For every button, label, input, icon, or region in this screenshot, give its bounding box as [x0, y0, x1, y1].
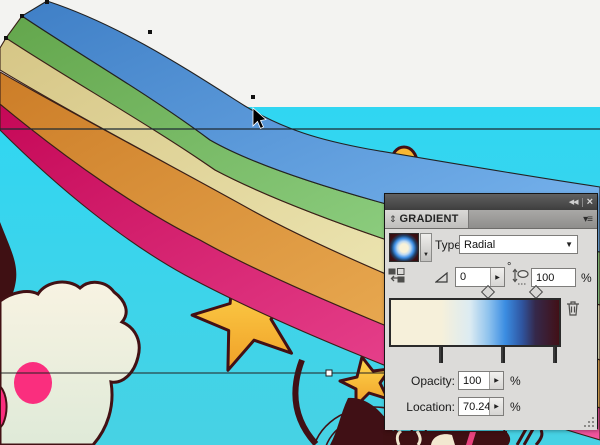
- panel-body: ▼ Type: Radial ▼ 0 ▶ ° 100 % Opacity: 10…: [385, 229, 597, 430]
- location-input[interactable]: 70.24 ▶: [458, 397, 504, 416]
- angle-value: 0: [460, 271, 467, 283]
- spinner-arrow-icon[interactable]: ▶: [490, 268, 504, 286]
- panel-menu-icon[interactable]: ▾≡: [583, 214, 593, 225]
- chevron-down-icon[interactable]: ▼: [561, 240, 577, 249]
- gradient-midpoint-1[interactable]: [480, 284, 496, 300]
- angle-input[interactable]: 0 ▶: [455, 267, 505, 287]
- trash-icon: [567, 301, 579, 316]
- spinner-arrow-icon[interactable]: ▶: [489, 372, 503, 389]
- opacity-value: 100: [463, 374, 482, 387]
- location-value: 70.24: [463, 400, 489, 413]
- collapse-to-icons-icon[interactable]: ◀◀: [569, 199, 579, 206]
- close-panel-icon[interactable]: ×: [587, 196, 593, 208]
- location-label: Location:: [406, 400, 455, 414]
- opacity-label: Opacity:: [410, 374, 455, 388]
- panel-titlebar[interactable]: ◀◀ ×: [385, 194, 597, 210]
- type-select[interactable]: Radial ▼: [459, 235, 578, 254]
- delete-stop-button[interactable]: [566, 300, 580, 319]
- opacity-input[interactable]: 100 ▶: [458, 371, 504, 390]
- panel-resize-grip[interactable]: [584, 417, 594, 427]
- gradient-stop-end[interactable]: [553, 347, 566, 365]
- gradient-swatch-thumbnail[interactable]: [389, 233, 419, 262]
- gradient-panel[interactable]: ◀◀ × ⇕ GRADIENT ▾≡ ▼ Type: Radial ▼ 0 ▶ …: [384, 193, 598, 430]
- opacity-percent-symbol: %: [510, 374, 521, 388]
- illustrator-workspace: ◀◀ × ⇕ GRADIENT ▾≡ ▼ Type: Radial ▼ 0 ▶ …: [0, 0, 600, 445]
- aspect-percent-symbol: %: [581, 271, 592, 285]
- tab-gradient[interactable]: ⇕ GRADIENT: [385, 210, 469, 228]
- anchor-point-selected[interactable]: [325, 369, 333, 377]
- cycle-panel-icon[interactable]: ⇕: [389, 214, 397, 225]
- reverse-gradient-button[interactable]: [388, 267, 405, 287]
- spinner-arrow-icon[interactable]: ▶: [489, 398, 503, 415]
- gradient-stop-start[interactable]: [439, 347, 452, 365]
- angle-icon: [434, 271, 448, 286]
- tabstrip-spacer: ▾≡: [469, 210, 597, 228]
- titlebar-divider: [581, 197, 583, 207]
- gradient-stop-selected[interactable]: [501, 347, 514, 365]
- aspect-ratio-value: 100: [536, 271, 555, 284]
- gradient-presets-dropdown[interactable]: ▼: [420, 233, 432, 262]
- panel-title: GRADIENT: [399, 213, 459, 225]
- chevron-down-icon: ▼: [423, 252, 429, 258]
- gradient-slider-bar[interactable]: [389, 298, 561, 347]
- panel-tabstrip: ⇕ GRADIENT ▾≡: [385, 210, 597, 229]
- gradient-midpoint-2[interactable]: [528, 284, 544, 300]
- aspect-ratio-input[interactable]: 100: [531, 268, 576, 287]
- reverse-gradient-icon: [388, 268, 405, 283]
- location-percent-symbol: %: [510, 400, 521, 414]
- aspect-ratio-icon: [512, 267, 529, 290]
- flower-center[interactable]: [14, 362, 52, 404]
- degree-symbol: °: [507, 261, 512, 273]
- type-value: Radial: [464, 238, 496, 251]
